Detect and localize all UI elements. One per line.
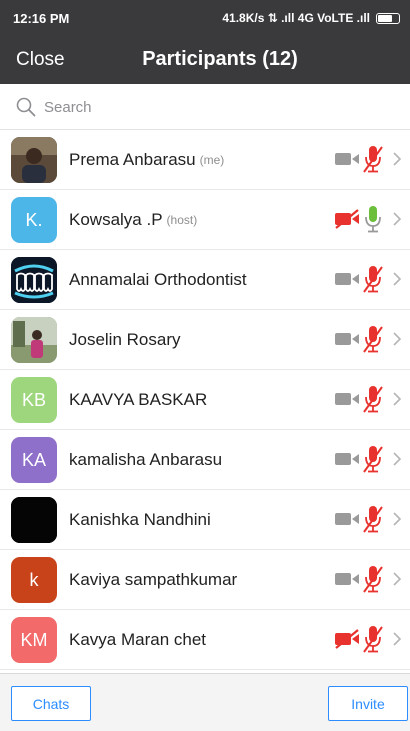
camera-icon[interactable] [334, 389, 360, 409]
avatar-initials: KM [20, 629, 48, 650]
avatar: KB [11, 377, 57, 423]
microphone-muted-icon[interactable] [362, 444, 384, 474]
camera-off-icon[interactable] [334, 209, 360, 229]
microphone-muted-icon[interactable] [362, 624, 384, 654]
media-controls [334, 444, 402, 474]
camera-off-icon[interactable] [334, 629, 360, 649]
participant-name-wrap: Kanishka Nandhini [69, 490, 211, 550]
microphone-muted-icon[interactable] [362, 564, 384, 594]
participant-name-wrap: Kavya Maran chet [69, 610, 206, 670]
participant-name-wrap: Prema Anbarasu (me) [69, 130, 224, 190]
camera-icon[interactable] [334, 149, 360, 169]
participant-name-wrap: Annamalai Orthodontist [69, 250, 247, 310]
battery-icon [376, 12, 400, 24]
media-controls [334, 624, 402, 654]
camera-icon[interactable] [334, 329, 360, 349]
participant-row[interactable]: Kanishka Nandhini [0, 490, 410, 550]
header-bar: Close Participants (12) [0, 40, 410, 84]
participant-row[interactable]: Prema Anbarasu (me) [0, 130, 410, 190]
media-controls [334, 144, 402, 174]
participant-role-tag: (me) [199, 153, 225, 167]
media-controls [334, 564, 402, 594]
camera-icon[interactable] [334, 449, 360, 469]
avatar: k [11, 557, 57, 603]
camera-icon[interactable] [334, 569, 360, 589]
chevron-right-icon [393, 272, 402, 286]
participant-row[interactable]: K. Kowsalya .P (host) [0, 190, 410, 250]
search-bar [0, 84, 410, 130]
avatar [11, 257, 57, 303]
avatar-initials: KA [21, 449, 46, 470]
participant-name: KAAVYA BASKAR [69, 390, 208, 409]
participant-row[interactable]: k Kaviya sampathkumar [0, 550, 410, 610]
media-controls [334, 504, 402, 534]
participant-row[interactable]: Joselin Rosary [0, 310, 410, 370]
avatar-image [11, 137, 57, 183]
participant-name-wrap: KAAVYA BASKAR [69, 370, 207, 430]
microphone-icon[interactable] [362, 204, 384, 234]
chevron-right-icon [393, 512, 402, 526]
avatar-initials: K. [25, 209, 43, 230]
camera-icon[interactable] [334, 269, 360, 289]
participant-name: Kanishka Nandhini [69, 510, 211, 529]
avatar-image [11, 497, 57, 543]
chevron-right-icon [393, 632, 402, 646]
participant-name-wrap: Kowsalya .P (host) [69, 190, 197, 250]
media-controls [334, 324, 402, 354]
participant-list: Prema Anbarasu (me) K. Kowsalya .P (host) Ann… [0, 130, 410, 670]
status-bar: 12:16 PM 41.8K/s ⇅ .ıll 4G VoLTE .ıll [0, 0, 410, 40]
microphone-muted-icon[interactable] [362, 264, 384, 294]
avatar-image [11, 257, 57, 303]
camera-icon[interactable] [334, 509, 360, 529]
microphone-muted-icon[interactable] [362, 384, 384, 414]
invite-button[interactable]: Invite [328, 686, 408, 721]
avatar [11, 497, 57, 543]
search-icon [16, 97, 36, 117]
chevron-right-icon [393, 212, 402, 226]
participant-name: kamalisha Anbarasu [69, 450, 223, 469]
participant-name: Joselin Rosary [69, 330, 181, 349]
avatar: KM [11, 617, 57, 663]
microphone-muted-icon[interactable] [362, 504, 384, 534]
page-title: Participants (12) [142, 48, 298, 70]
participant-name: Kavya Maran chet [69, 630, 207, 649]
status-indicators: 41.8K/s ⇅ .ıll 4G VoLTE .ıll [222, 11, 400, 25]
participant-row[interactable]: KA kamalisha Anbarasu [0, 430, 410, 490]
media-controls [334, 264, 402, 294]
chevron-right-icon [393, 332, 402, 346]
participant-name-wrap: kamalisha Anbarasu [69, 430, 222, 490]
avatar-image [11, 317, 57, 363]
avatar-initials: k [29, 569, 39, 590]
participant-name: Annamalai Orthodontist [69, 270, 247, 289]
participant-name: Kaviya sampathkumar [69, 570, 238, 589]
participant-name-wrap: Kaviya sampathkumar [69, 550, 237, 610]
microphone-muted-icon[interactable] [362, 324, 384, 354]
media-controls [334, 204, 402, 234]
avatar: K. [11, 197, 57, 243]
participant-role-tag: (host) [166, 213, 198, 227]
participant-name-wrap: Joselin Rosary [69, 310, 181, 370]
chats-button[interactable]: Chats [11, 686, 91, 721]
participant-name: Kowsalya .P [69, 210, 163, 229]
search-input[interactable] [44, 94, 384, 120]
chevron-right-icon [393, 572, 402, 586]
chevron-right-icon [393, 392, 402, 406]
avatar [11, 137, 57, 183]
media-controls [334, 384, 402, 414]
participant-row[interactable]: Annamalai Orthodontist [0, 250, 410, 310]
footer-bar: Chats Invite [0, 673, 410, 731]
avatar-initials: KB [21, 389, 46, 410]
chevron-right-icon [393, 452, 402, 466]
avatar [11, 317, 57, 363]
participant-name: Prema Anbarasu [69, 150, 196, 169]
participant-row[interactable]: KB KAAVYA BASKAR [0, 370, 410, 430]
avatar: KA [11, 437, 57, 483]
microphone-muted-icon[interactable] [362, 144, 384, 174]
network-status: 41.8K/s ⇅ .ıll 4G VoLTE .ıll [222, 11, 370, 25]
chevron-right-icon [393, 152, 402, 166]
participant-row[interactable]: KM Kavya Maran chet [0, 610, 410, 670]
status-time: 12:16 PM [13, 11, 70, 26]
